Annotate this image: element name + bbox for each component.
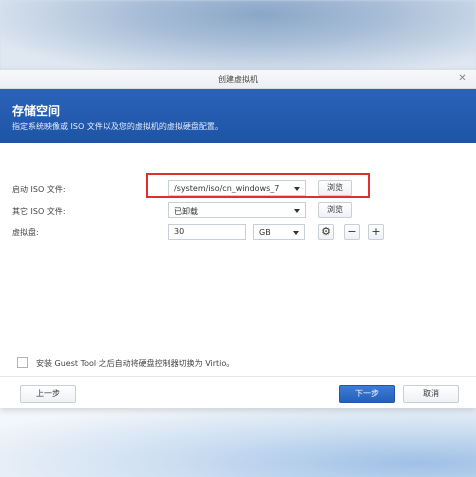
footer-divider: [0, 376, 476, 377]
other-iso-value: 已卸载: [174, 207, 198, 216]
other-iso-browse-button[interactable]: 浏览: [318, 202, 352, 218]
background-top: [0, 0, 476, 72]
dialog-titlebar: 创建虚拟机 ✕: [0, 70, 476, 89]
vdisk-size-input[interactable]: 30: [168, 224, 246, 240]
boot-iso-row: 启动 ISO 文件: /system/iso/cn_windows_7 浏览: [0, 179, 476, 199]
other-iso-select[interactable]: 已卸载: [168, 202, 306, 218]
boot-iso-browse-button[interactable]: 浏览: [318, 180, 352, 196]
vdisk-unit-select[interactable]: GB: [253, 224, 305, 240]
guest-tool-label: 安装 Guest Tool 之后自动将硬盘控制器切换为 Virtio。: [36, 359, 235, 368]
dialog-title: 创建虚拟机: [218, 75, 258, 84]
guest-tool-checkbox[interactable]: [17, 357, 28, 368]
other-iso-field-row: 其它 ISO 文件: 已卸载 浏览: [0, 201, 476, 221]
chevron-down-icon: [294, 187, 300, 191]
boot-iso-label: 启动 ISO 文件:: [12, 185, 66, 194]
remove-disk-button[interactable]: −: [344, 224, 360, 240]
chevron-down-icon: [293, 231, 299, 235]
banner-title: 存储空间: [12, 104, 61, 118]
vdisk-label: 虚拟盘:: [12, 228, 39, 237]
boot-iso-value: /system/iso/cn_windows_7: [174, 184, 280, 193]
other-iso-label: 其它 ISO 文件:: [12, 207, 66, 216]
next-button[interactable]: 下一步: [339, 385, 395, 403]
cancel-button[interactable]: 取消: [403, 385, 459, 403]
vdisk-unit-value: GB: [259, 228, 271, 237]
banner-subtitle: 指定系统映像或 ISO 文件以及您的虚拟机的虚拟硬盘配置。: [12, 122, 223, 131]
background-bottom: [0, 408, 476, 477]
add-disk-button[interactable]: +: [368, 224, 384, 240]
close-icon[interactable]: ✕: [457, 73, 468, 84]
gear-icon[interactable]: ⚙: [318, 224, 334, 240]
vdisk-row: 虚拟盘: 30 GB ⚙ − +: [0, 222, 476, 242]
chevron-down-icon: [294, 209, 300, 213]
prev-button[interactable]: 上一步: [20, 385, 76, 403]
dialog-banner: 存储空间 指定系统映像或 ISO 文件以及您的虚拟机的虚拟硬盘配置。: [0, 89, 476, 143]
boot-iso-select[interactable]: /system/iso/cn_windows_7: [168, 180, 306, 196]
